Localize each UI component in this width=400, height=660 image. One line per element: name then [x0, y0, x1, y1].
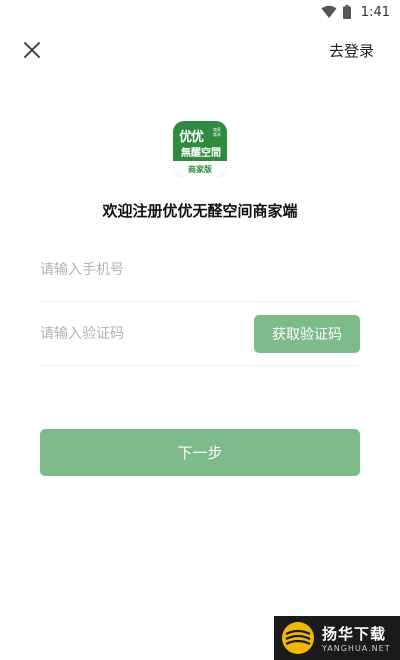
code-field-row: 获取验证码: [40, 302, 360, 366]
wifi-icon: [321, 5, 337, 18]
code-input[interactable]: [40, 302, 240, 366]
app-logo: 优优 商家版本 無醒空間 商家版: [173, 121, 227, 177]
close-button[interactable]: [20, 38, 44, 62]
battery-icon: [342, 5, 351, 19]
welcome-title: 欢迎注册优优无醛空间商家端: [102, 202, 298, 220]
phone-field-row: [40, 238, 360, 302]
watermark-logo-icon: [282, 622, 314, 654]
logo-bottom-text: 商家版: [188, 164, 212, 174]
watermark-en: YANGHUA.NET: [322, 644, 391, 653]
logo-sub: 商家版本: [213, 127, 221, 137]
next-step-button[interactable]: 下一步: [40, 429, 360, 476]
logo-line2: 無醒空間: [181, 148, 221, 159]
phone-input[interactable]: [40, 238, 360, 302]
watermark: 扬华下载 YANGHUA.NET: [274, 616, 400, 660]
status-bar: 1:41: [0, 0, 400, 24]
logo-bottom: 商家版: [173, 161, 227, 177]
status-time: 1:41: [360, 4, 390, 20]
watermark-cn: 扬华下载: [322, 625, 387, 643]
go-login-link[interactable]: 去登录: [329, 40, 374, 61]
logo-line1: 优优: [179, 130, 204, 145]
watermark-texts: 扬华下载 YANGHUA.NET: [322, 623, 391, 653]
get-code-button[interactable]: 获取验证码: [254, 315, 360, 353]
close-icon: [24, 42, 40, 58]
